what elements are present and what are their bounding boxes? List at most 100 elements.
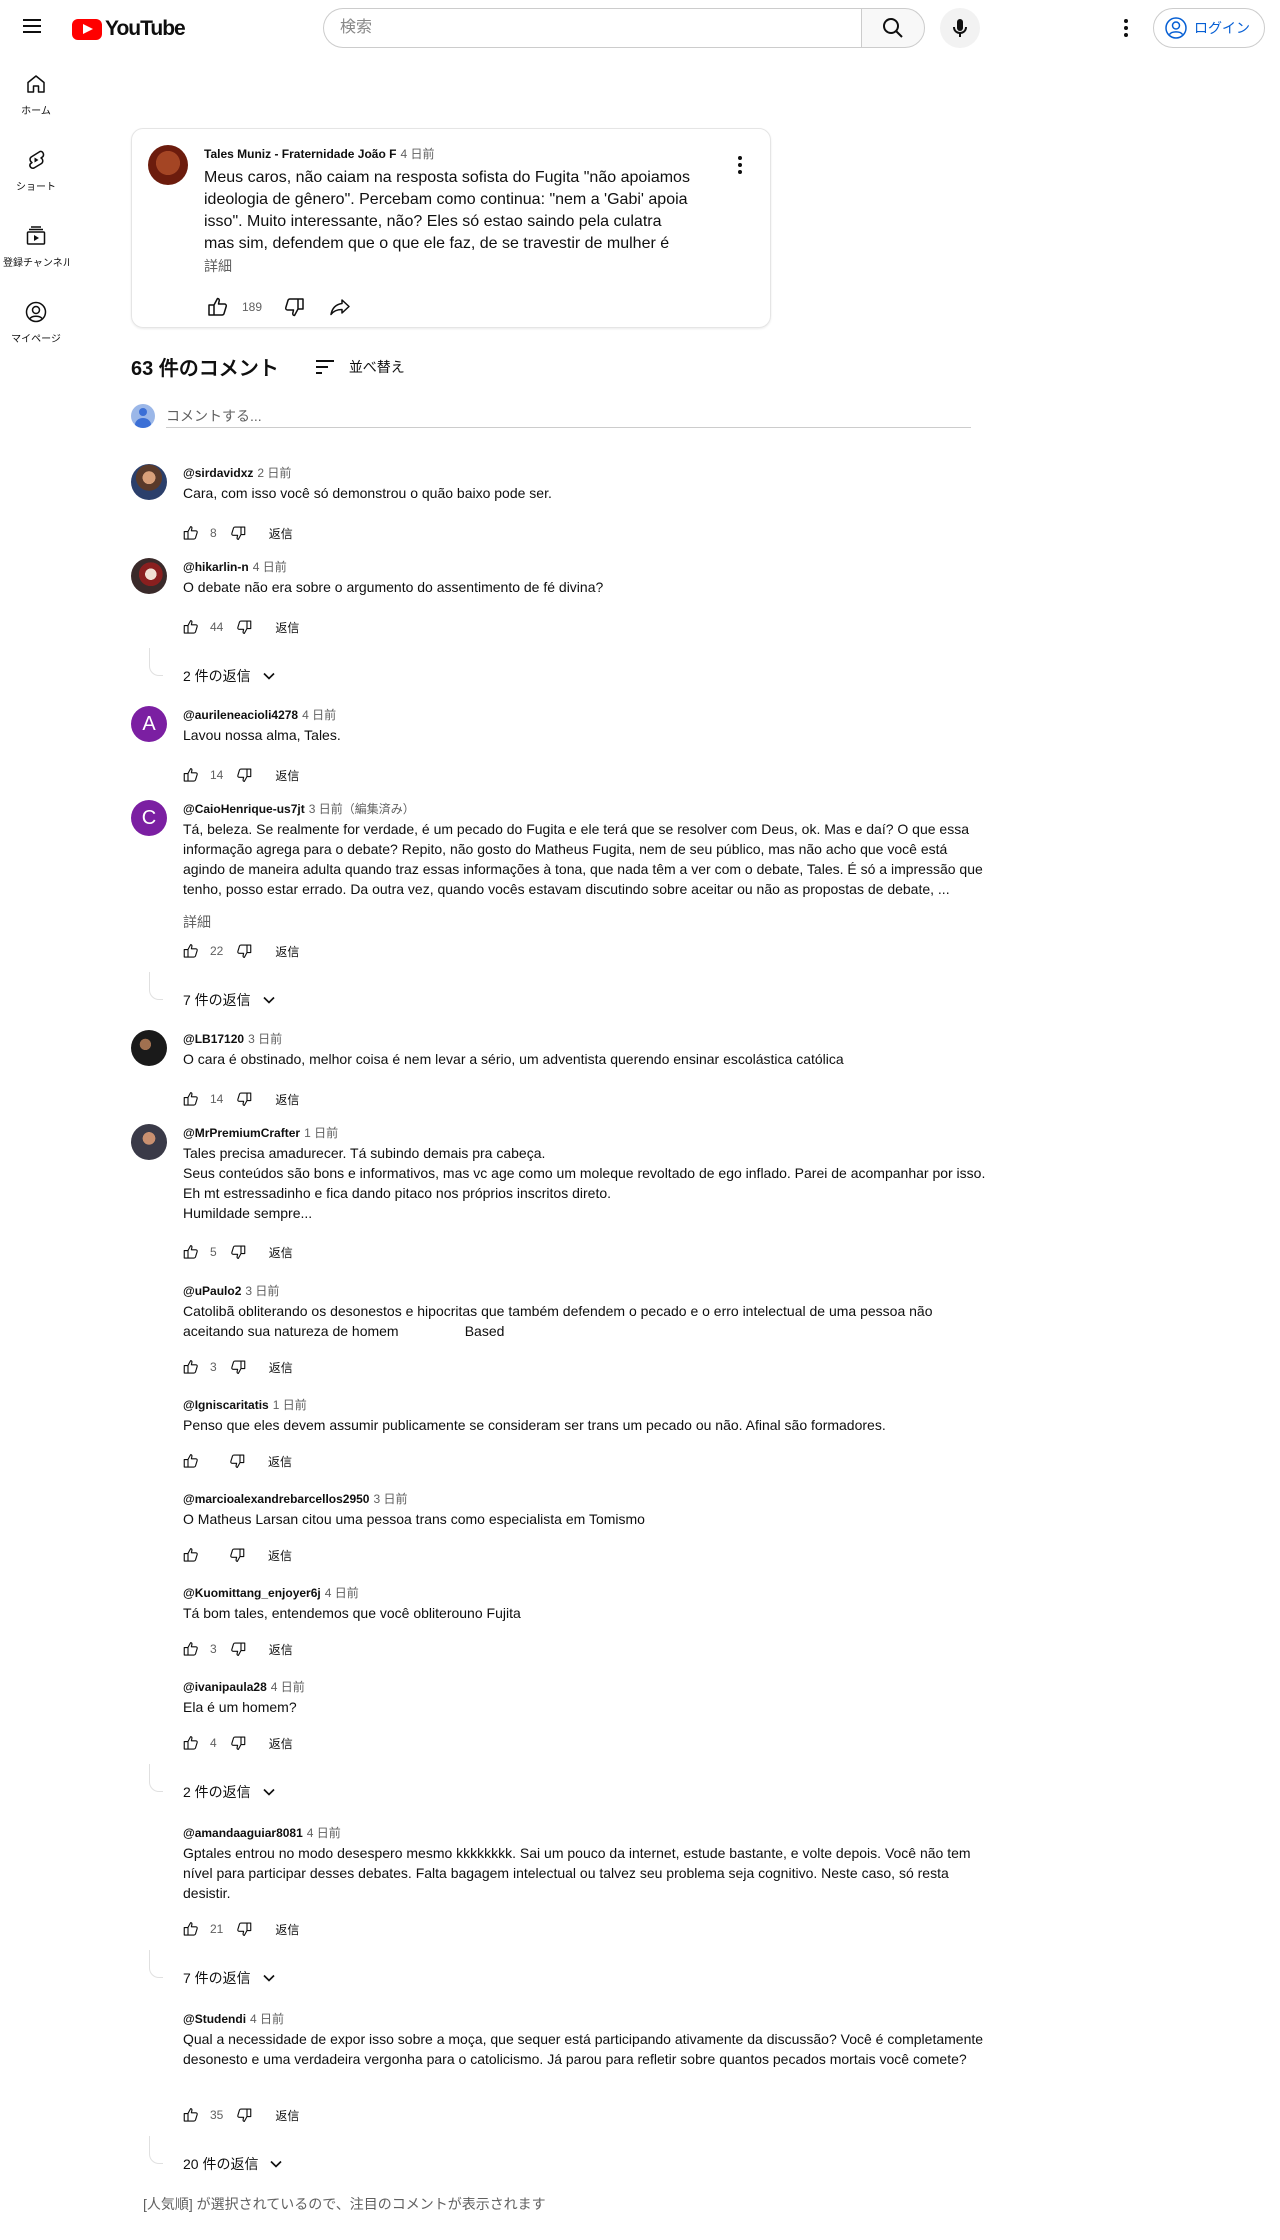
sidebar-item-label: マイページ (11, 333, 61, 345)
comment-time[interactable]: 3 日前（編集済み） (309, 802, 415, 816)
add-comment-input[interactable] (166, 404, 971, 428)
reply-button[interactable]: 返信 (275, 1091, 299, 1108)
reply-button[interactable]: 返信 (269, 1244, 293, 1261)
like-icon[interactable] (198, 287, 238, 327)
reply-button[interactable]: 返信 (275, 767, 299, 784)
comment-time[interactable]: 4 日前 (302, 708, 336, 722)
voice-search-button[interactable] (940, 8, 980, 48)
like-icon[interactable] (182, 1090, 200, 1108)
dislike-icon[interactable] (235, 766, 253, 784)
dislike-icon[interactable] (235, 2106, 253, 2124)
commenter-avatar[interactable] (131, 464, 167, 500)
comment-time[interactable]: 2 日前 (257, 466, 291, 480)
like-icon[interactable] (182, 618, 200, 636)
dislike-icon[interactable] (228, 1546, 246, 1564)
view-replies-button[interactable]: 7 件の返信 (183, 990, 279, 1010)
comment-time[interactable]: 4 日前 (307, 1826, 341, 1840)
like-icon[interactable] (182, 942, 200, 960)
like-icon[interactable] (182, 1920, 200, 1938)
like-icon[interactable] (182, 766, 200, 784)
comment-author[interactable]: @aurileneacioli4278 (183, 708, 298, 722)
sidebar-item-shorts[interactable]: ショート (0, 132, 72, 208)
view-replies-button[interactable]: 7 件の返信 (183, 1968, 279, 1988)
like-icon[interactable] (182, 524, 200, 542)
comment-time[interactable]: 3 日前 (245, 1284, 279, 1298)
comment-author[interactable]: @LB17120 (183, 1032, 244, 1046)
view-replies-button[interactable]: 2 件の返信 (183, 1782, 279, 1802)
post-author-name[interactable]: Tales Muniz - Fraternidade João F (204, 147, 396, 161)
view-replies-button[interactable]: 20 件の返信 (183, 2154, 286, 2174)
dislike-icon[interactable] (228, 1452, 246, 1470)
like-icon[interactable] (182, 1546, 200, 1564)
comment-author[interactable]: @sirdavidxz (183, 466, 253, 480)
like-icon[interactable] (182, 1243, 200, 1261)
dislike-icon[interactable] (235, 618, 253, 636)
like-icon[interactable] (182, 1640, 200, 1658)
commenter-avatar[interactable] (131, 1124, 167, 1160)
reply-button[interactable]: 返信 (269, 1641, 293, 1658)
dislike-icon[interactable] (235, 942, 253, 960)
comment-time[interactable]: 3 日前 (248, 1032, 282, 1046)
like-icon[interactable] (182, 1452, 200, 1470)
comment-author[interactable]: @uPaulo2 (183, 1284, 241, 1298)
post-action-menu-icon[interactable] (728, 153, 752, 177)
sidebar-item-home[interactable]: ホーム (0, 56, 72, 132)
comment-author[interactable]: @Igniscaritatis (183, 1398, 269, 1412)
dislike-icon[interactable] (274, 287, 314, 327)
commenter-avatar[interactable] (131, 558, 167, 594)
comment-read-more-button[interactable]: 詳細 (183, 912, 211, 932)
reply-button[interactable]: 返信 (275, 1921, 299, 1938)
comment-author[interactable]: @hikarlin-n (183, 560, 249, 574)
comment-author[interactable]: @Studendi (183, 2012, 246, 2026)
settings-menu-icon[interactable] (1114, 16, 1138, 40)
comment-time[interactable]: 4 日前 (271, 1680, 305, 1694)
dislike-icon[interactable] (229, 1640, 247, 1658)
reply-button[interactable]: 返信 (275, 2107, 299, 2124)
comment-text: O debate não era sobre o argumento do as… (183, 579, 604, 595)
comment-author[interactable]: @CaioHenrique-us7jt (183, 802, 305, 816)
share-icon[interactable] (320, 287, 360, 327)
post-read-more-button[interactable]: 詳細 (204, 256, 232, 276)
reply-button[interactable]: 返信 (275, 619, 299, 636)
dislike-icon[interactable] (229, 1734, 247, 1752)
comment-time[interactable]: 4 日前 (325, 1586, 359, 1600)
sidebar-item-subscriptions[interactable]: 登録チャンネル (0, 208, 72, 284)
reply-button[interactable]: 返信 (269, 1735, 293, 1752)
like-icon[interactable] (182, 1734, 200, 1752)
like-icon[interactable] (182, 2106, 200, 2124)
post-time[interactable]: 4 日前 (400, 147, 434, 161)
like-icon[interactable] (182, 1358, 200, 1376)
comment-author[interactable]: @marcioalexandrebarcellos2950 (183, 1492, 369, 1506)
reply-button[interactable]: 返信 (269, 525, 293, 542)
dislike-icon[interactable] (235, 1090, 253, 1108)
post-author-avatar[interactable] (148, 145, 188, 185)
dislike-icon[interactable] (235, 1920, 253, 1938)
reply-button[interactable]: 返信 (275, 943, 299, 960)
commenter-avatar[interactable]: C (131, 800, 167, 836)
comment-author[interactable]: @amandaaguiar8081 (183, 1826, 303, 1840)
search-input[interactable] (323, 8, 861, 48)
sort-button[interactable]: 並べ替え (313, 355, 405, 379)
comment-time[interactable]: 1 日前 (304, 1126, 338, 1140)
dislike-icon[interactable] (229, 1243, 247, 1261)
comment-author[interactable]: @Kuomittang_enjoyer6j (183, 1586, 321, 1600)
commenter-avatar[interactable]: A (131, 706, 167, 742)
reply-button[interactable]: 返信 (269, 1359, 293, 1376)
comment-author[interactable]: @MrPremiumCrafter (183, 1126, 300, 1140)
comment-author[interactable]: @ivanipaula28 (183, 1680, 267, 1694)
login-button[interactable]: ログイン (1153, 8, 1265, 48)
sidebar-item-you[interactable]: マイページ (0, 284, 72, 360)
view-replies-button[interactable]: 2 件の返信 (183, 666, 279, 686)
reply-button[interactable]: 返信 (268, 1453, 292, 1470)
youtube-logo[interactable]: YouTube (72, 17, 186, 41)
reply-button[interactable]: 返信 (268, 1547, 292, 1564)
comment-time[interactable]: 4 日前 (250, 2012, 284, 2026)
dislike-icon[interactable] (229, 524, 247, 542)
commenter-avatar[interactable] (131, 1030, 167, 1066)
menu-icon[interactable] (20, 15, 44, 39)
search-button[interactable] (861, 8, 925, 48)
comment-time[interactable]: 3 日前 (373, 1492, 407, 1506)
comment-time[interactable]: 4 日前 (253, 560, 287, 574)
comment-time[interactable]: 1 日前 (273, 1398, 307, 1412)
dislike-icon[interactable] (229, 1358, 247, 1376)
